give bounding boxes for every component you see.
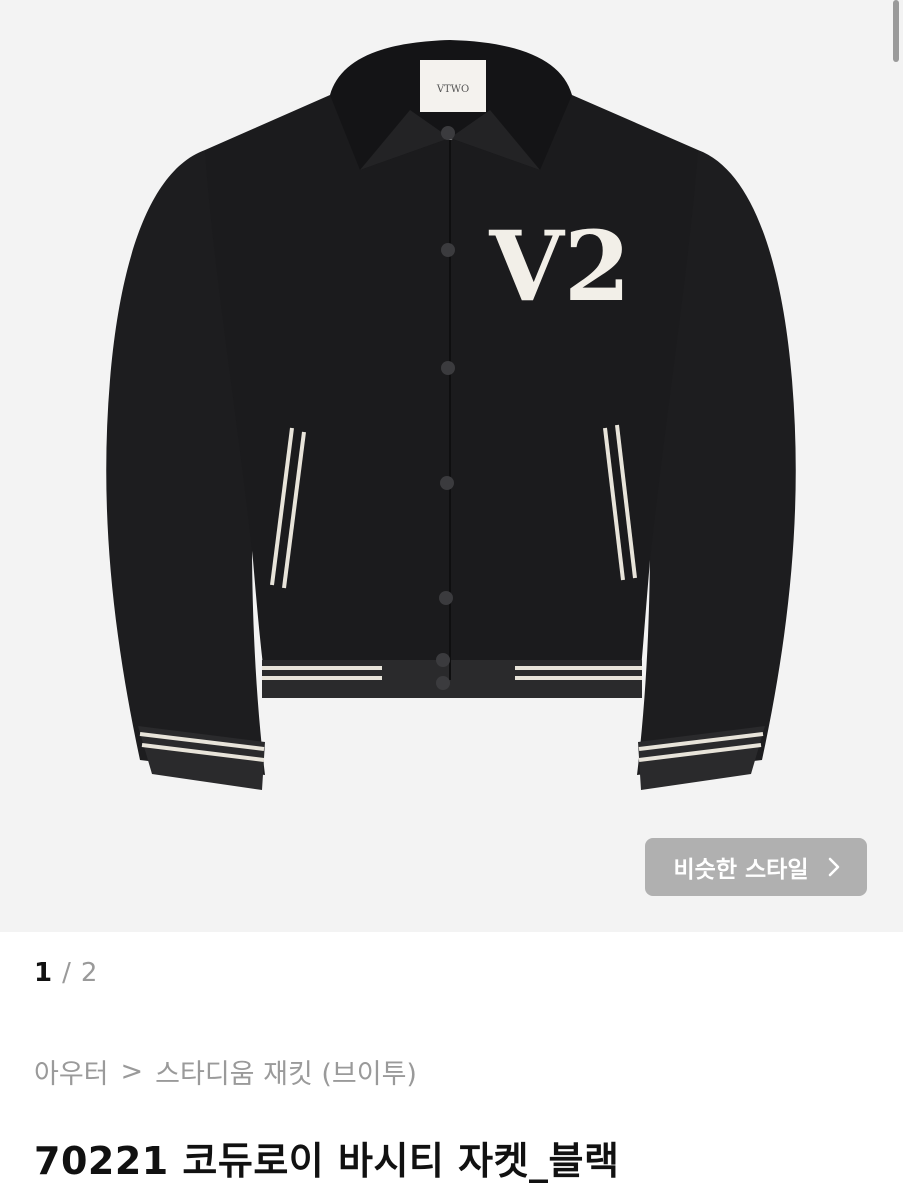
pager-total: 2 xyxy=(80,958,98,988)
similar-style-label: 비슷한 스타일 xyxy=(673,857,809,883)
image-pager: 1 / 2 xyxy=(34,958,97,988)
product-image-carousel[interactable]: VTWO V2 비슷한 스타일 xyxy=(0,0,903,932)
breadcrumb-separator: > xyxy=(120,1056,144,1087)
chevron-right-icon xyxy=(829,857,840,877)
brand-label-text: VTWO xyxy=(436,84,469,95)
breadcrumb: 아우터 > 스타디움 재킷 (브이투) xyxy=(34,1052,417,1091)
similar-style-button[interactable]: 비슷한 스타일 xyxy=(645,838,867,896)
chest-logo: V2 xyxy=(488,210,630,323)
product-page: VTWO V2 비슷한 스타일 1 / 2 아우터 > 스타디움 재킷 (브이투… xyxy=(0,0,903,1200)
product-title: 70221 코듀로이 바시티 자켓_블랙 xyxy=(34,1139,620,1183)
breadcrumb-category[interactable]: 아우터 xyxy=(34,1052,109,1091)
pager-separator: / xyxy=(62,958,71,988)
product-photo: VTWO V2 xyxy=(106,40,796,790)
scroll-indicator[interactable] xyxy=(893,0,899,62)
breadcrumb-subcategory[interactable]: 스타디움 재킷 (브이투) xyxy=(155,1052,417,1091)
pager-current: 1 xyxy=(34,958,53,988)
